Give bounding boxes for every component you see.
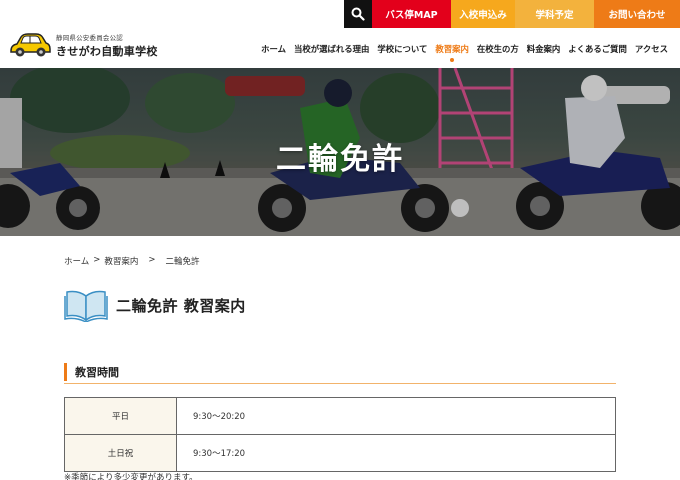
page-title: 二輪免許 教習案内 [116,296,246,315]
breadcrumb-separator: > [93,255,101,265]
breadcrumb-current: 二輪免許 [165,257,200,267]
nav-item-students[interactable]: 在校生の方 [473,43,523,55]
search-button[interactable] [344,0,372,28]
table-cell-value: 9:30〜17:20 [176,434,616,472]
breadcrumb: ホーム > 教習案内 > 二輪免許 [64,255,200,267]
section-title: 教習時間 [75,365,119,379]
car-icon [10,33,51,57]
table-row: 土日祝 9:30〜17:20 [64,434,616,472]
table-cell-label: 平日 [64,397,177,435]
nav-item-reasons[interactable]: 当校が選ばれる理由 [290,43,373,55]
nav-item-training-label: 教習案内 [435,44,469,54]
search-icon [351,7,365,21]
open-book-icon [64,290,108,322]
section-accent-bar [64,362,67,381]
table-cell-value: 9:30〜20:20 [176,397,616,435]
bus-stop-map-button[interactable]: バス停MAP [372,0,451,28]
breadcrumb-separator: > [148,255,156,265]
page-heading: 二輪免許 教習案内 [64,288,246,322]
enroll-button[interactable]: 入校申込み [451,0,515,28]
table-row: 平日 9:30〜20:20 [64,397,616,435]
nav-item-fees[interactable]: 料金案内 [523,43,565,55]
nav-item-home[interactable]: ホーム [257,43,290,55]
hours-table: 平日 9:30〜20:20 土日祝 9:30〜17:20 [64,397,616,472]
nav-item-access[interactable]: アクセス [631,43,672,55]
nav-item-training[interactable]: 教習案内 [431,43,473,62]
section-heading: 教習時間 [64,360,616,384]
breadcrumb-home[interactable]: ホーム [64,255,89,267]
hours-note: ※季節により多少変更があります。 [64,473,198,480]
breadcrumb-training[interactable]: 教習案内 [104,255,138,267]
table-cell-label: 土日祝 [64,434,177,472]
main-nav: ホーム 当校が選ばれる理由 学校について 教習案内 在校生の方 料金案内 よくあ… [257,43,672,62]
logo-subtitle: 静岡県公安委員会公認 [56,33,123,42]
logo-name: きせがわ自動車学校 [56,44,158,58]
site-logo[interactable]: 静岡県公安委員会公認 きせがわ自動車学校 [8,31,158,59]
hero-title: 二輪免許 [276,142,404,177]
nav-item-faq[interactable]: よくあるご質問 [564,43,631,55]
contact-button[interactable]: お問い合わせ [594,0,680,28]
nav-item-about[interactable]: 学校について [373,43,431,55]
hero-banner: 二輪免許 [0,68,680,236]
active-indicator-dot [450,58,455,62]
class-schedule-button[interactable]: 学科予定 [515,0,594,28]
top-utility-bar: バス停MAP 入校申込み 学科予定 お問い合わせ [344,0,680,28]
